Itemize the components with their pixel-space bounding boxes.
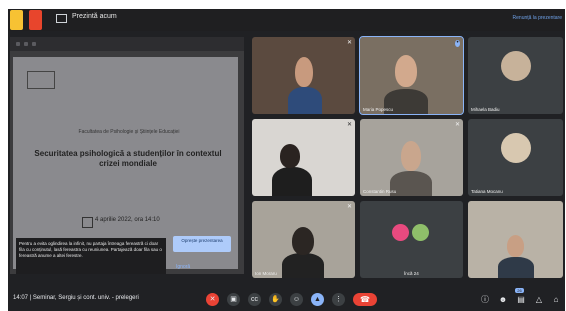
participant-tile[interactable]: Mihaela Badiu [468, 37, 563, 114]
participant-video [390, 171, 432, 196]
people-icon[interactable]: ☻ [498, 294, 508, 305]
participant-name: Încă 24 [404, 271, 419, 276]
meet-window: Prezintă acum Renunță la prezentare Facu… [8, 9, 565, 311]
avatar [412, 224, 429, 241]
mic-off-icon: ✕ [347, 204, 353, 210]
app-icon-yellow[interactable] [10, 10, 23, 30]
mirror-warning-text: Pentru a evita oglindirea la infinit, nu… [16, 238, 166, 274]
participant-face [295, 57, 313, 87]
participant-name: Tatiana Mocanu [471, 189, 503, 194]
toolbar-dot [24, 42, 28, 46]
participant-video [282, 253, 324, 278]
slide-title: Securitatea psihologică a studenților în… [34, 149, 222, 168]
avatar [501, 51, 531, 81]
people-count-badge: 26 [515, 288, 524, 293]
host-controls-icon[interactable]: ⌂ [551, 294, 561, 305]
slide-faculty: Facultatea de Psihologie și Științele Ed… [78, 129, 180, 135]
mic-off-icon: ✕ [347, 40, 353, 46]
captions-icon[interactable]: cc [248, 293, 261, 306]
avatar [501, 133, 531, 163]
participant-name: Constantin Rusu [363, 189, 397, 194]
app-icon-red[interactable] [29, 10, 42, 30]
participant-video [288, 87, 322, 114]
participant-name: Maria Popescu [363, 107, 394, 112]
present-icon[interactable]: ▲ [311, 293, 324, 306]
university-logo [27, 71, 55, 89]
participant-face [401, 141, 421, 171]
participant-video [498, 257, 534, 278]
title-bar: Prezintă acum Renunță la prezentare [8, 9, 565, 31]
participant-video [272, 167, 312, 196]
participant-tile[interactable]: ✕ Ion Moraru [252, 201, 355, 278]
participant-face [395, 55, 417, 87]
participant-tile[interactable]: ✕ [252, 119, 355, 196]
chat-icon[interactable]: ▤ [516, 294, 526, 305]
mic-off-icon: ✕ [455, 122, 461, 128]
toolbar-dot [16, 42, 20, 46]
participant-face [507, 235, 524, 257]
mic-off-icon: ✕ [347, 122, 353, 128]
participant-tile[interactable]: ✕ Constantin Rusu [360, 119, 463, 196]
participant-name: Mihaela Badiu [471, 107, 500, 112]
toolbar-dot [32, 42, 36, 46]
participant-tile[interactable]: Tatiana Mocanu [468, 119, 563, 196]
participant-tile[interactable]: • Maria Popescu [359, 36, 464, 115]
participant-tile[interactable]: Încă 24 [360, 201, 463, 278]
window-title: Prezintă acum [72, 13, 117, 20]
more-icon[interactable]: ⋮ [332, 293, 345, 306]
end-call-icon[interactable]: ☎ [353, 293, 377, 306]
participant-name: Ion Moraru [255, 271, 277, 276]
present-window-icon [56, 14, 67, 23]
camera-icon[interactable]: ▣ [227, 293, 240, 306]
stop-presenting-button[interactable]: Oprește prezentarea [173, 236, 231, 252]
emoji-icon[interactable]: ☺ [290, 293, 303, 306]
meeting-details: 14:07 | Seminar, Sergiu și cont. univ. -… [13, 295, 139, 301]
participant-face [280, 144, 300, 168]
shared-screen: Facultatea de Psihologie și Științele Ed… [10, 37, 244, 274]
mic-off-icon[interactable]: ✕ [206, 293, 219, 306]
speaking-icon: • [455, 40, 460, 47]
slide-date: 4 aprilie 2022, ora 14:10 [95, 217, 160, 223]
raise-hand-icon[interactable]: ✋ [269, 293, 282, 306]
participant-face [292, 227, 314, 255]
meeting-controls-bar: 14:07 | Seminar, Sergiu și cont. univ. -… [8, 287, 565, 311]
info-icon[interactable]: ⓘ [480, 294, 490, 305]
shared-screen-toolbar [10, 37, 244, 51]
ignore-button[interactable]: Ignoră [176, 264, 190, 270]
activities-icon[interactable]: △ [534, 294, 544, 305]
participant-tile[interactable] [468, 201, 563, 278]
calendar-icon [82, 217, 93, 228]
stop-presenting-link[interactable]: Renunță la prezentare [513, 15, 562, 21]
participant-tile[interactable]: ✕ [252, 37, 355, 114]
avatar [392, 224, 409, 241]
